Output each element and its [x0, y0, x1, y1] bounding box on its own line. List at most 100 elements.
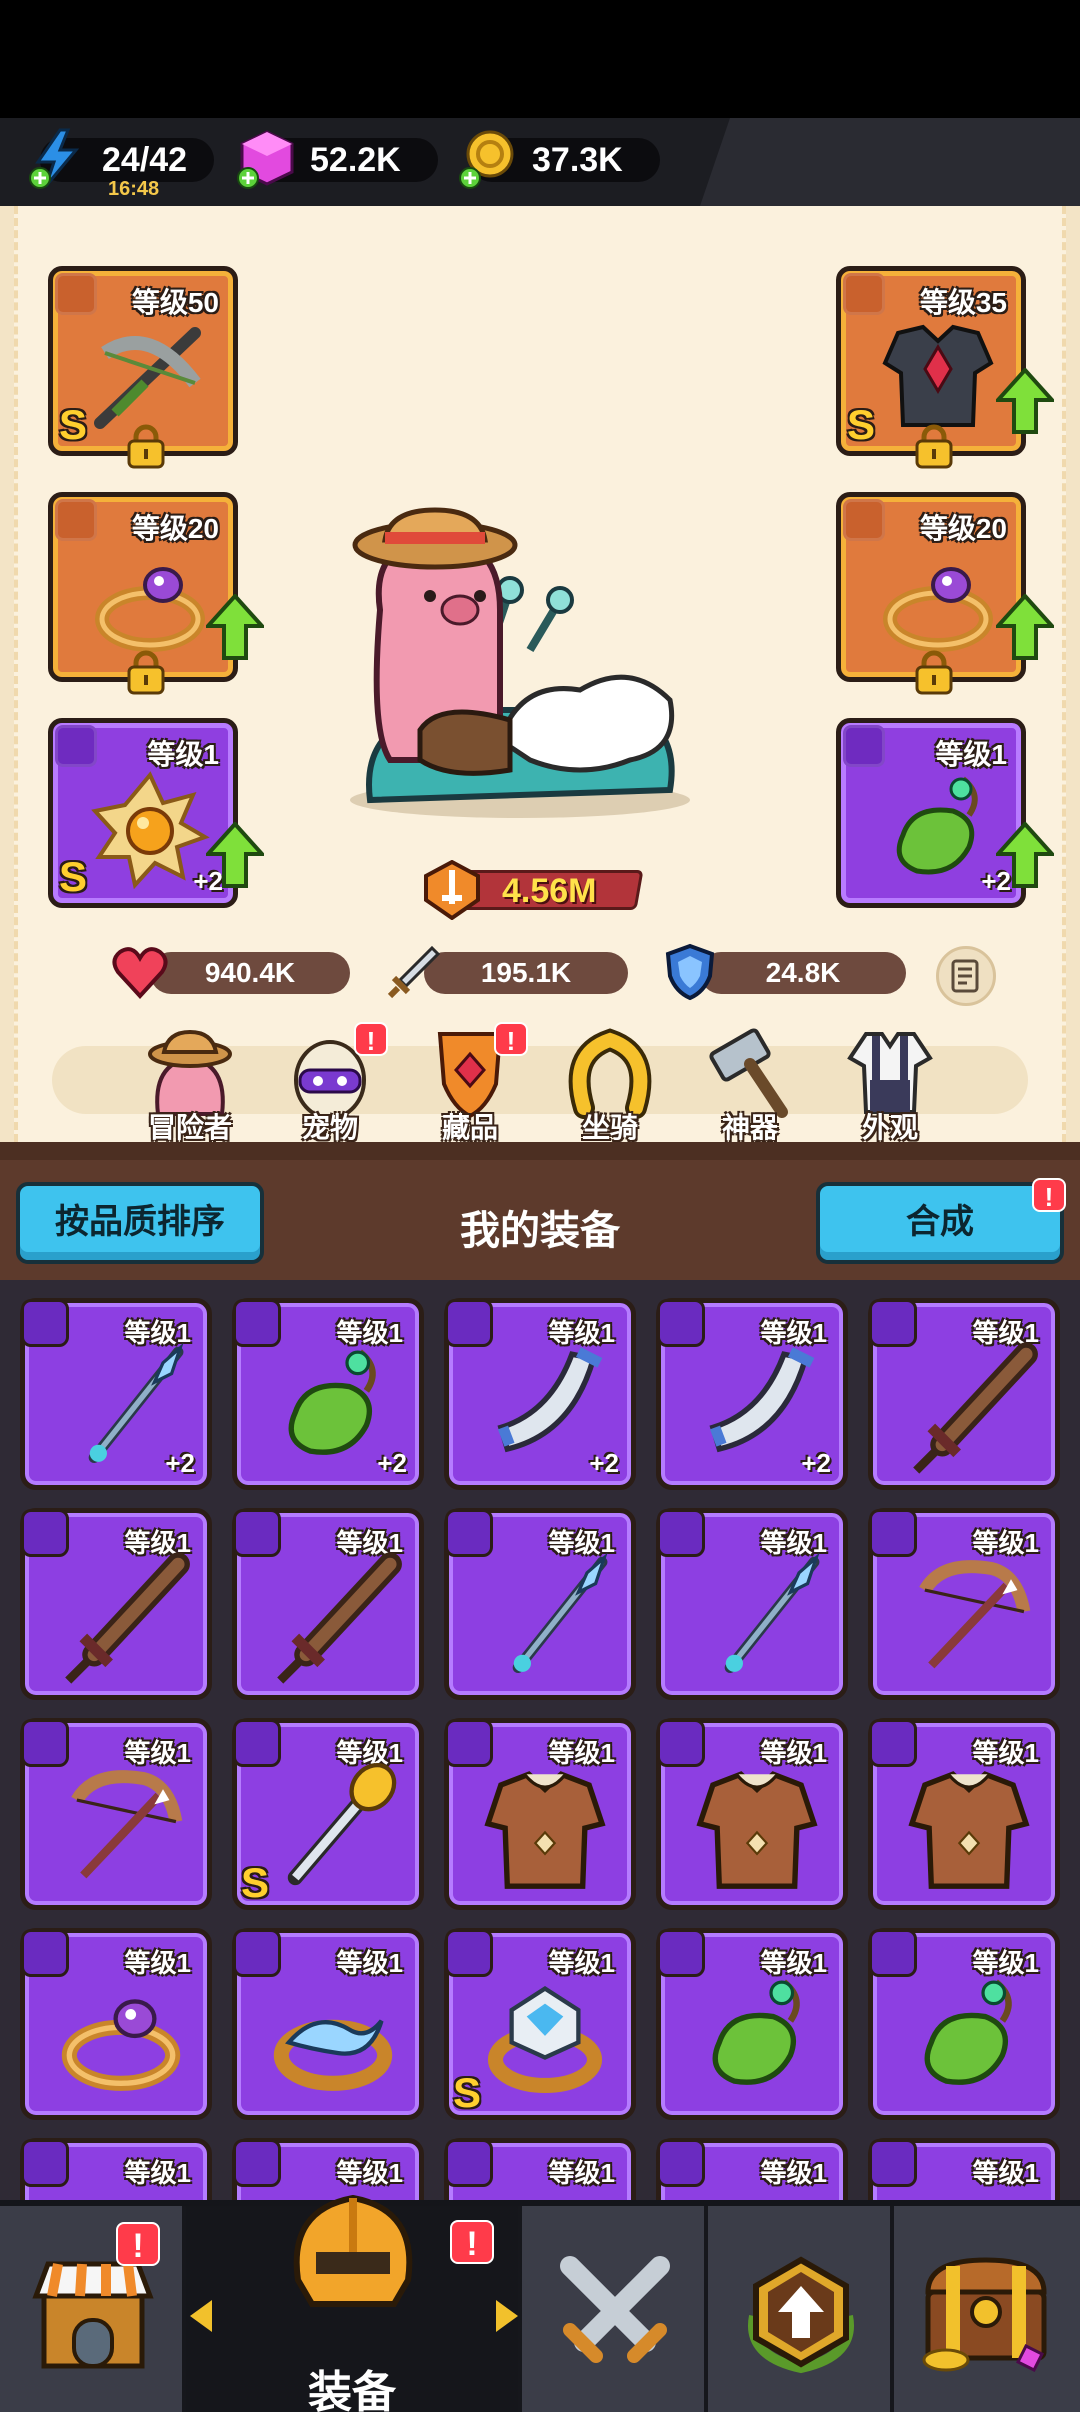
bottom-nav-label: 装备	[308, 2368, 396, 2412]
lock-icon	[915, 424, 953, 469]
pig-rider-on-snail-character	[350, 507, 690, 818]
nav-label: 藏品	[441, 1112, 498, 1143]
leather-armor-icon	[484, 1771, 606, 1889]
weapon-slot[interactable]: 等级50 S	[48, 266, 238, 469]
chevron-right-icon[interactable]	[494, 2296, 522, 2336]
nav-label: 坐骑	[581, 1112, 638, 1143]
upgrade-arrow-icon	[996, 594, 1054, 660]
energy-value: 24/42	[102, 141, 188, 179]
energy-counter[interactable]: 24/42 16:48	[29, 128, 214, 200]
bow-icon	[919, 1560, 1031, 1669]
equipment-card[interactable]: 等级1	[444, 1508, 636, 1700]
lock-icon	[127, 650, 165, 695]
spear-icon	[724, 1552, 820, 1673]
bottom-nav-equipment[interactable]: ! 装备	[186, 2194, 522, 2412]
alert-badge: !	[1032, 1178, 1066, 1212]
nav-outfit[interactable]: 外观	[830, 1024, 950, 1144]
equipment-card[interactable]: 等级1	[444, 2138, 636, 2200]
equipment-card[interactable]: 等级1	[656, 2138, 848, 2200]
equipment-card[interactable]: 等级1	[20, 2138, 212, 2200]
chevron-left-icon[interactable]	[186, 2296, 214, 2336]
helmet-icon	[293, 2194, 413, 2307]
nav-mount[interactable]: 坐骑	[550, 1024, 670, 1144]
lightning-icon	[29, 128, 80, 189]
green-amulet-icon	[712, 1979, 800, 2085]
energy-timer: 16:48	[108, 178, 160, 200]
spear-icon	[512, 1552, 608, 1673]
power-sword-badge-icon	[424, 860, 480, 920]
nav-label: 冒险者	[147, 1112, 232, 1143]
enhance-level: +2	[165, 1448, 195, 1478]
hp-stat: 940.4K	[112, 947, 350, 999]
crossed-swords-icon	[560, 2256, 670, 2363]
equipment-card[interactable]: 等级1	[656, 1928, 848, 2120]
gems-counter[interactable]: 52.2K	[237, 130, 438, 189]
ring-category-icon	[843, 499, 885, 541]
wooden-sword-icon	[277, 1552, 402, 1684]
nav-pet[interactable]: 宠物 !	[270, 1022, 390, 1144]
equipment-card[interactable]: 等级1	[20, 1508, 212, 1700]
nav-label: 外观	[861, 1112, 918, 1143]
combat-power: 4.56M	[422, 860, 644, 920]
bottom-nav-treasure[interactable]	[894, 2206, 1080, 2412]
nav-adventurer[interactable]: 冒险者	[130, 1024, 250, 1144]
nav-artifact[interactable]: 神器	[690, 1024, 810, 1144]
wave-ring-icon	[273, 2019, 393, 2091]
enhance-level: +2	[589, 1448, 619, 1478]
stats-detail-button[interactable]	[936, 946, 996, 1006]
equipment-card[interactable]: 等级1	[656, 1718, 848, 1910]
notes-icon	[951, 959, 979, 993]
equipment-card[interactable]: 等级1	[20, 1928, 212, 2120]
leather-armor-icon	[908, 1771, 1030, 1889]
upgrade-arrow-icon	[996, 368, 1054, 434]
equipment-card[interactable]: 等级1	[20, 1718, 212, 1910]
equipment-card[interactable]: 等级1	[868, 1508, 1060, 1700]
equipment-card[interactable]: 等级1 +2	[444, 1298, 636, 1490]
ring-icon	[61, 1999, 181, 2091]
defense-stat: 24.8K	[665, 943, 906, 1001]
wooden-sword-icon	[913, 1342, 1038, 1474]
merge-label: 合成	[906, 1203, 974, 1241]
upgrade-arrow-icon	[206, 594, 264, 660]
green-amulet-icon	[924, 1979, 1012, 2085]
shield-icon	[665, 943, 715, 1001]
equipment-card[interactable]: 等级1	[232, 1508, 424, 1700]
gems-value: 52.2K	[310, 141, 401, 179]
treasure-chest-icon	[922, 2257, 1047, 2373]
equipment-card[interactable]: 等级1	[868, 1928, 1060, 2120]
upgrade-arrow-icon	[206, 822, 264, 888]
bottom-nav-battle[interactable]	[522, 2206, 708, 2412]
coins-value: 37.3K	[532, 141, 623, 179]
equipment-card[interactable]: 等级1	[868, 2138, 1060, 2200]
equipment-card[interactable]: 等级1	[868, 1718, 1060, 1910]
amulet-icon	[687, 2177, 827, 2200]
alert-badge: !	[494, 1022, 528, 1056]
lock-icon	[915, 650, 953, 695]
equipment-card[interactable]: 等级1	[868, 1298, 1060, 1490]
equipment-card[interactable]: 等级1 +2	[232, 1298, 424, 1490]
equipment-card[interactable]: 等级1 +2	[20, 1298, 212, 1490]
equipment-card[interactable]: 等级1 S	[232, 1718, 424, 1910]
leather-armor-icon	[696, 1771, 818, 1889]
equipment-card[interactable]: 等级1 S	[444, 1928, 636, 2120]
amulet-category-icon	[55, 725, 97, 767]
amulet-icon	[899, 2177, 1039, 2200]
coins-counter[interactable]: 37.3K	[459, 130, 660, 189]
equipment-card[interactable]: 等级1	[656, 1508, 848, 1700]
bottom-nav-shop[interactable]: !	[0, 2206, 186, 2412]
merge-button[interactable]: 合成	[816, 1182, 1064, 1264]
gold-coin-icon	[459, 130, 514, 189]
lock-icon	[127, 424, 165, 469]
enhance-level: +2	[801, 1448, 831, 1478]
equipment-header: 按品质排序 我的装备 合成 !	[0, 1160, 1080, 1280]
bottom-nav-upgrade[interactable]	[708, 2206, 894, 2412]
gem-cube-icon	[237, 130, 294, 189]
equipment-card[interactable]: 等级1	[232, 1928, 424, 2120]
equipment-card[interactable]: 等级1	[444, 1718, 636, 1910]
equipment-card[interactable]: 等级1 +2	[656, 1298, 848, 1490]
alert-badge: !	[450, 2220, 494, 2264]
defense-value: 24.8K	[765, 957, 841, 988]
nav-label: 宠物	[301, 1112, 358, 1143]
armor-category-icon	[843, 273, 885, 315]
nav-collection[interactable]: 藏品 !	[410, 1022, 530, 1144]
